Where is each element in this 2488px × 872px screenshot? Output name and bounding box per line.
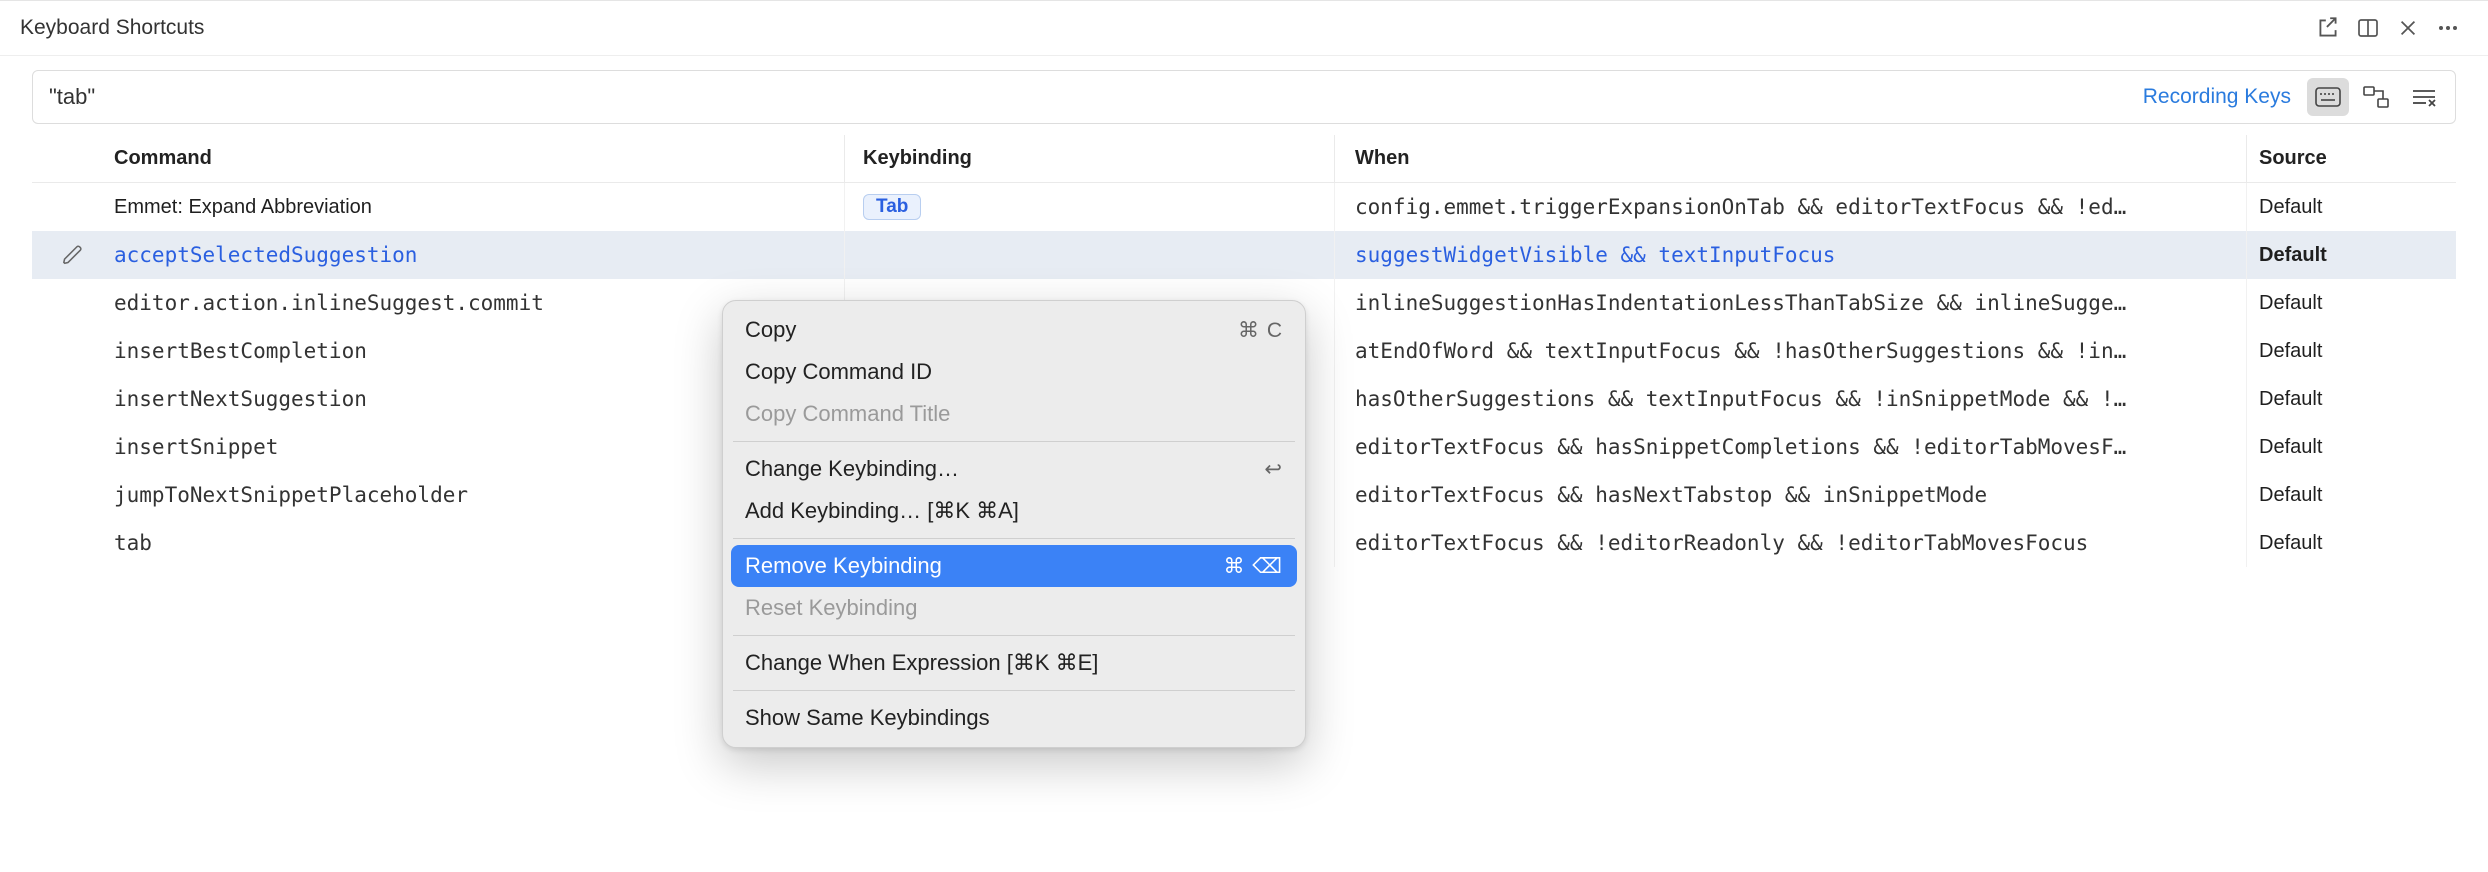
menu-separator [733, 441, 1295, 442]
menu-item: Reset Keybinding [731, 587, 1297, 629]
menu-item-shortcut: ⌘ C [1238, 318, 1283, 343]
command-cell: acceptSelectedSuggestion [114, 243, 417, 267]
menu-item-label: Copy [745, 317, 1238, 343]
menu-item-label: Remove Keybinding [745, 553, 1223, 579]
open-file-icon[interactable] [2308, 8, 2348, 48]
command-cell: jumpToNextSnippetPlaceholder [114, 483, 468, 507]
when-cell: hasOtherSuggestions && textInputFocus &&… [1355, 387, 2126, 411]
context-menu: Copy⌘ C Copy Command ID Copy Command Title… [722, 300, 1306, 748]
source-cell: Default [2246, 279, 2456, 327]
when-cell: atEndOfWord && textInputFocus && !hasOth… [1355, 339, 2126, 363]
page-title: Keyboard Shortcuts [20, 16, 204, 40]
source-cell: Default [2246, 327, 2456, 375]
table-row[interactable]: acceptSelectedSuggestion suggestWidgetVis… [32, 231, 2456, 279]
col-command[interactable]: Command [114, 147, 844, 170]
table-header: Command Keybinding When Source [32, 135, 2456, 183]
menu-item-label: Change Keybinding… [745, 456, 1264, 482]
split-editor-icon[interactable] [2348, 8, 2388, 48]
menu-item[interactable]: Remove Keybinding⌘ ⌫ [731, 545, 1297, 587]
sort-precedence-icon[interactable] [2355, 78, 2397, 116]
menu-item-shortcut: ↩ [1264, 457, 1283, 482]
menu-item-shortcut: ⌘ ⌫ [1223, 554, 1283, 579]
menu-item[interactable]: Add Keybinding… [⌘K ⌘A] [731, 490, 1297, 532]
when-cell: config.emmet.triggerExpansionOnTab && ed… [1355, 195, 2126, 219]
menu-item-label: Copy Command Title [745, 401, 1283, 427]
more-icon[interactable] [2428, 8, 2468, 48]
menu-separator [733, 635, 1295, 636]
command-cell: Emmet: Expand Abbreviation [114, 196, 844, 219]
col-keybinding[interactable]: Keybinding [844, 135, 1334, 182]
menu-item-label: Show Same Keybindings [745, 705, 1283, 731]
when-cell: editorTextFocus && hasNextTabstop && inS… [1355, 483, 1987, 507]
search-input[interactable] [49, 84, 2133, 110]
command-cell: tab [114, 531, 152, 555]
command-cell: editor.action.inlineSuggest.commit [114, 291, 544, 315]
menu-separator [733, 690, 1295, 691]
menu-item-label: Change When Expression [⌘K ⌘E] [745, 650, 1283, 676]
when-cell: editorTextFocus && hasSnippetCompletions… [1355, 435, 2126, 459]
close-icon[interactable] [2388, 8, 2428, 48]
col-source[interactable]: Source [2246, 135, 2456, 182]
source-cell: Default [2246, 423, 2456, 471]
source-cell: Default [2246, 375, 2456, 423]
search-bar: Recording Keys [32, 70, 2456, 124]
keybinding-cell: Tab [844, 183, 1334, 231]
menu-item[interactable]: Copy Command ID [731, 351, 1297, 393]
command-cell: insertNextSuggestion [114, 387, 367, 411]
table-row[interactable]: Emmet: Expand AbbreviationTab config.emme… [32, 183, 2456, 231]
source-cell: Default [2246, 471, 2456, 519]
keyboard-icon[interactable] [2307, 78, 2349, 116]
when-cell: editorTextFocus && !editorReadonly && !e… [1355, 531, 2088, 555]
menu-item[interactable]: Change When Expression [⌘K ⌘E] [731, 642, 1297, 684]
recording-keys-toggle[interactable]: Recording Keys [2133, 81, 2301, 113]
menu-separator [733, 538, 1295, 539]
menu-item-label: Copy Command ID [745, 359, 1283, 385]
source-cell: Default [2246, 183, 2456, 231]
clear-filter-icon[interactable] [2403, 78, 2445, 116]
keybinding-cell [844, 231, 1334, 279]
menu-item-label: Add Keybinding… [⌘K ⌘A] [745, 498, 1283, 524]
command-cell: insertBestCompletion [114, 339, 367, 363]
menu-item[interactable]: Show Same Keybindings [731, 697, 1297, 739]
source-cell: Default [2246, 231, 2456, 279]
edit-icon[interactable] [62, 244, 84, 266]
menu-item[interactable]: Copy⌘ C [731, 309, 1297, 351]
source-cell: Default [2246, 519, 2456, 567]
menu-item: Copy Command Title [731, 393, 1297, 435]
command-cell: insertSnippet [114, 435, 278, 459]
when-cell: inlineSuggestionHasIndentationLessThanTa… [1355, 291, 2126, 315]
menu-item[interactable]: Change Keybinding…↩ [731, 448, 1297, 490]
when-cell: suggestWidgetVisible && textInputFocus [1355, 243, 1835, 267]
menu-item-label: Reset Keybinding [745, 595, 1283, 621]
col-when[interactable]: When [1334, 135, 2246, 182]
